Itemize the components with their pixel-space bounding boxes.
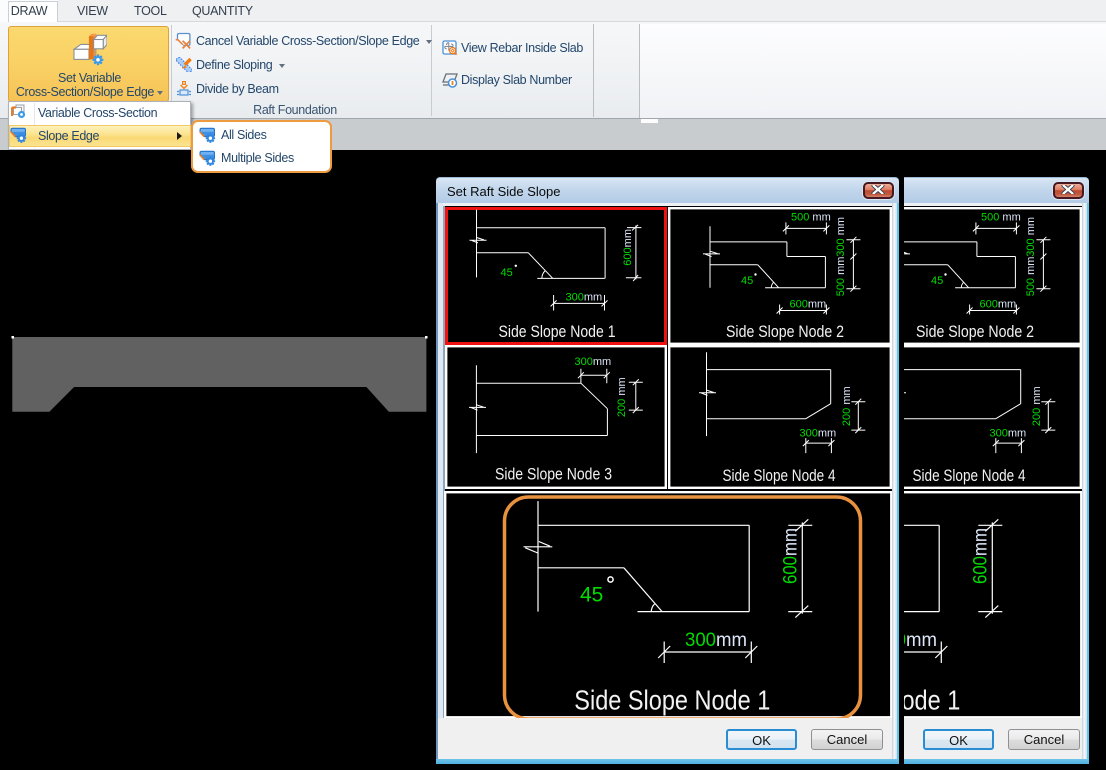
svg-text:500 mm: 500 mm [835,256,847,296]
svg-text:200 mm: 200 mm [1030,386,1042,426]
svg-text:600mm: 600mm [789,298,826,310]
svg-text:300 mm: 300 mm [835,216,847,256]
svg-text:600mm: 600mm [622,229,634,266]
svg-text:600mm: 600mm [780,528,801,584]
svg-text:Side Slope Node 4: Side Slope Node 4 [912,467,1025,485]
svg-text:500 mm: 500 mm [1025,256,1037,296]
svg-text:45: 45 [501,267,513,279]
svg-text:Side Slope Node 3: Side Slope Node 3 [495,465,612,483]
svg-text:300mm: 300mm [799,427,836,439]
svg-text:300mm: 300mm [904,630,937,651]
svg-text:Side Slope Node 1: Side Slope Node 1 [499,323,616,341]
svg-text:Side Slope Node 2: Side Slope Node 2 [726,323,844,341]
svg-text:200 mm: 200 mm [616,377,628,417]
svg-text:45: 45 [931,275,943,287]
svg-text:500 mm: 500 mm [791,211,831,223]
svg-text:Side Slope Node 1: Side Slope Node 1 [574,684,770,715]
svg-text:300mm: 300mm [566,291,603,303]
svg-text:300 mm: 300 mm [1025,216,1037,256]
svg-text:Side Slope Node 1: Side Slope Node 1 [904,684,960,715]
svg-text:Side Slope Node 2: Side Slope Node 2 [916,323,1034,341]
svg-text:Side Slope Node 4: Side Slope Node 4 [722,467,835,485]
svg-text:600mm: 600mm [979,298,1016,310]
svg-text:45: 45 [741,275,753,287]
svg-text:45: 45 [580,583,603,606]
svg-text:300mm: 300mm [685,630,747,651]
svg-text:600mm: 600mm [970,528,991,584]
svg-text:300mm: 300mm [575,356,612,368]
svg-text:300mm: 300mm [989,427,1026,439]
svg-text:200 mm: 200 mm [840,386,852,426]
svg-text:500 mm: 500 mm [981,211,1021,223]
